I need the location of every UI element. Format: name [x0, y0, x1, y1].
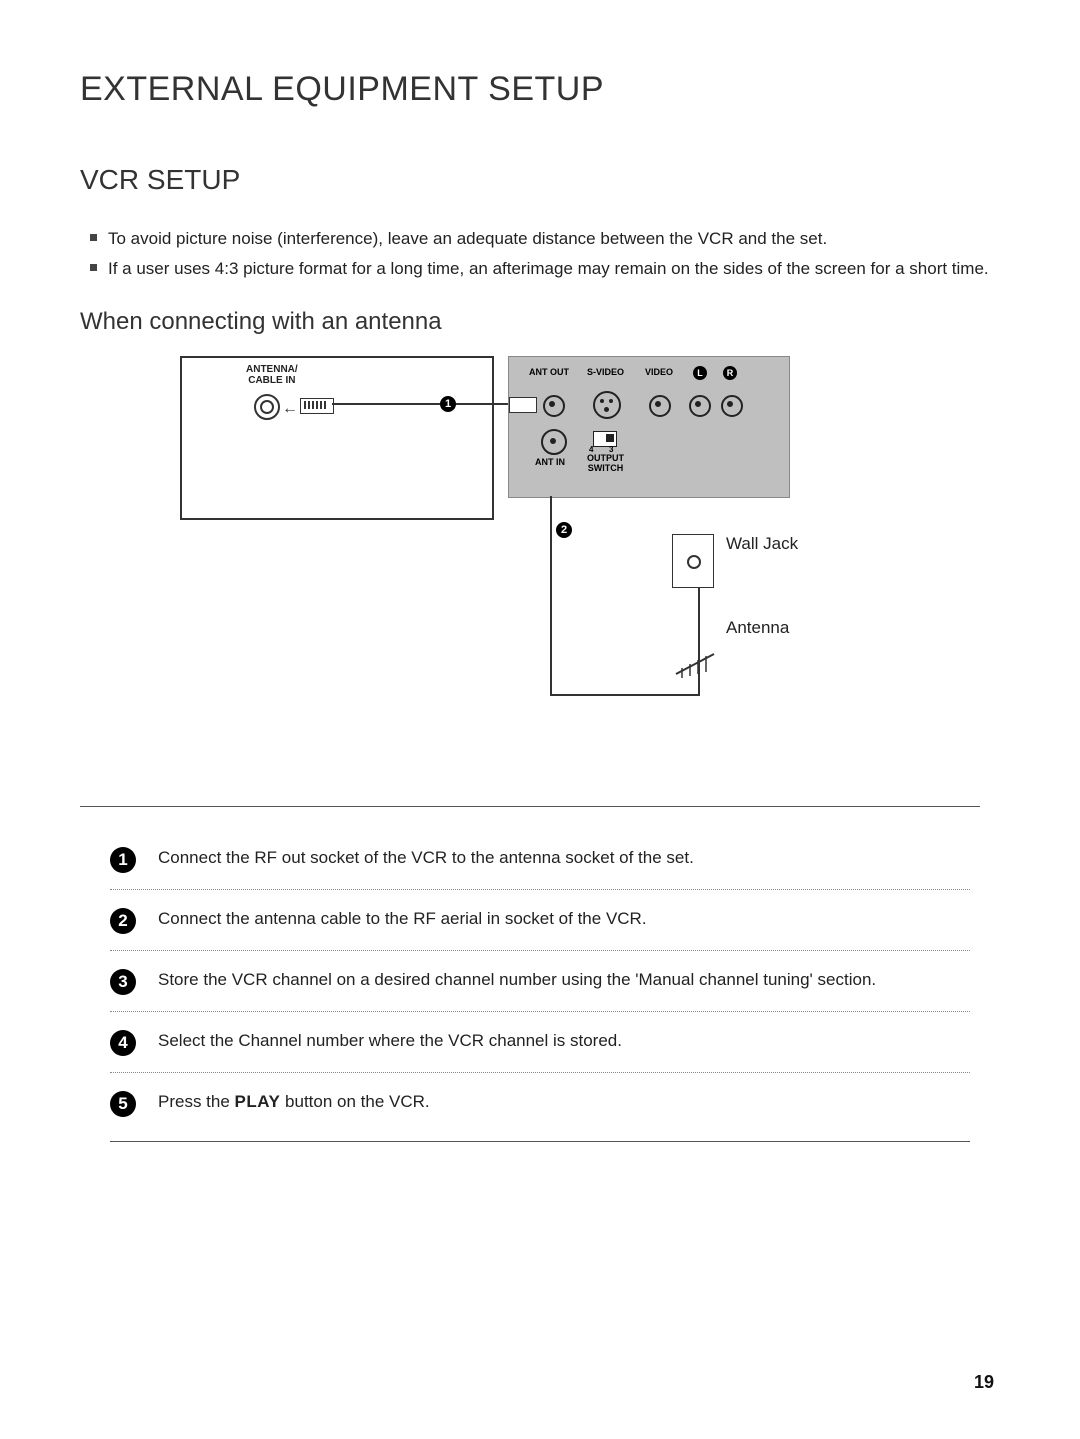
cable-line: [550, 496, 552, 696]
ant-in-label: ANT IN: [535, 457, 565, 467]
heading-2: VCR SETUP: [80, 164, 1000, 196]
tv-rear-panel: ANTENNA/ CABLE IN ←: [180, 356, 494, 520]
manual-page: EXTERNAL EQUIPMENT SETUP VCR SETUP To av…: [0, 0, 1080, 1439]
antenna-label: Antenna: [726, 618, 789, 638]
connection-diagram: ANTENNA/ CABLE IN ← 1 ANT OUT S-VIDEO VI…: [180, 356, 900, 756]
step-number-badge: 3: [110, 969, 136, 995]
step-text: Connect the antenna cable to the RF aeri…: [158, 906, 647, 932]
step-text: Connect the RF out socket of the VCR to …: [158, 845, 694, 871]
output-switch-label: OUTPUT SWITCH: [587, 453, 624, 473]
video-label: VIDEO: [645, 367, 673, 377]
antenna-in-port-icon: [254, 394, 280, 420]
step-row: 4 Select the Channel number where the VC…: [110, 1011, 970, 1072]
step-row: 2 Connect the antenna cable to the RF ae…: [110, 889, 970, 950]
diagram-callout-1: 1: [440, 396, 456, 412]
section-divider: [80, 806, 980, 807]
step-text: Press the PLAY button on the VCR.: [158, 1089, 430, 1115]
step-row: 5 Press the PLAY button on the VCR.: [110, 1072, 970, 1133]
ant-out-label: ANT OUT: [529, 367, 569, 377]
step-row: 3 Store the VCR channel on a desired cha…: [110, 950, 970, 1011]
step-text-prefix: Press the: [158, 1092, 235, 1111]
audio-right-label: R: [723, 366, 737, 380]
notes-list: To avoid picture noise (interference), l…: [80, 226, 1000, 283]
note-item: If a user uses 4:3 picture format for a …: [90, 256, 990, 282]
s-video-label: S-VIDEO: [587, 367, 624, 377]
heading-1: EXTERNAL EQUIPMENT SETUP: [80, 70, 1000, 109]
antenna-cable-in-label: ANTENNA/ CABLE IN: [246, 364, 298, 386]
step-number-badge: 2: [110, 908, 136, 934]
step-text-suffix: button on the VCR.: [280, 1092, 429, 1111]
coax-plug-icon: [300, 398, 334, 414]
arrow-left-icon: ←: [282, 400, 298, 418]
note-item: To avoid picture noise (interference), l…: [90, 226, 990, 252]
page-number: 19: [974, 1372, 994, 1393]
video-jack-icon: [649, 395, 671, 417]
heading-3: When connecting with an antenna: [80, 308, 1000, 336]
steps-list: 1 Connect the RF out socket of the VCR t…: [110, 829, 970, 1142]
audio-right-jack-icon: [721, 395, 743, 417]
s-video-jack-icon: [593, 391, 621, 419]
step-text: Select the Channel number where the VCR …: [158, 1028, 622, 1054]
ant-out-jack-icon: [543, 395, 565, 417]
step-number-badge: 1: [110, 847, 136, 873]
antenna-icon: [672, 648, 718, 678]
step-text: Store the VCR channel on a desired chann…: [158, 967, 876, 993]
step-number-badge: 4: [110, 1030, 136, 1056]
step-number-badge: 5: [110, 1091, 136, 1117]
wall-jack-icon: [672, 534, 714, 588]
step-row: 1 Connect the RF out socket of the VCR t…: [110, 829, 970, 889]
ant-in-jack-icon: [541, 429, 567, 455]
audio-left-label: L: [693, 366, 707, 380]
vcr-rear-panel: ANT OUT S-VIDEO VIDEO L R 4 3 OUTPUT SWI…: [508, 356, 790, 498]
diagram-callout-2: 2: [556, 522, 572, 538]
step-text-bold: PLAY: [235, 1092, 281, 1111]
cable-line: [698, 586, 700, 696]
wall-jack-label: Wall Jack: [726, 534, 798, 554]
coax-plug-icon: [509, 397, 537, 413]
cable-line: [550, 694, 700, 696]
audio-left-jack-icon: [689, 395, 711, 417]
